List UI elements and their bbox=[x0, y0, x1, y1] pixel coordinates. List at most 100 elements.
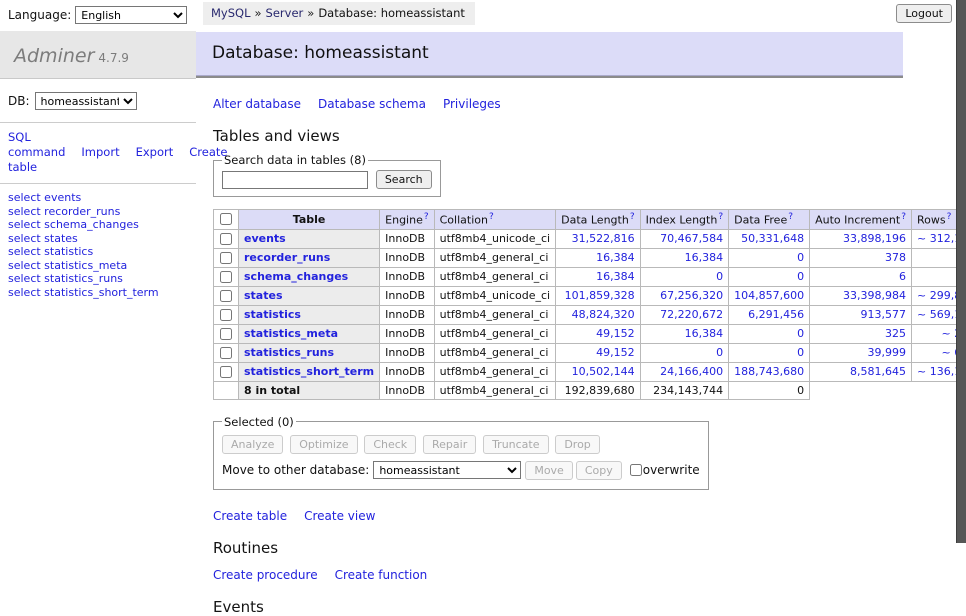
index_length-value-link[interactable]: 0 bbox=[716, 270, 723, 283]
search-input[interactable] bbox=[222, 171, 368, 189]
auto_increment-cell: 39,999 bbox=[810, 343, 912, 362]
auto_increment-value-link[interactable]: 33,398,984 bbox=[843, 289, 906, 302]
row-checkbox[interactable] bbox=[220, 309, 232, 321]
table-name-link[interactable]: statistics_short_term bbox=[244, 365, 374, 378]
sidebar: Language:English Adminer4.7.9 DB:homeass… bbox=[0, 0, 196, 299]
row-checkbox[interactable] bbox=[220, 271, 232, 283]
row-checkbox[interactable] bbox=[220, 252, 232, 264]
data_free-value-link[interactable]: 0 bbox=[797, 327, 804, 340]
table-name-link[interactable]: events bbox=[244, 232, 286, 245]
table-name-link[interactable]: recorder_runs bbox=[244, 251, 330, 264]
select-all-cell bbox=[214, 210, 239, 230]
data_free-value-link[interactable]: 6,291,456 bbox=[748, 308, 804, 321]
index_length-cell: 67,256,320 bbox=[640, 286, 729, 305]
move-db-select[interactable]: homeassistant bbox=[373, 461, 521, 479]
auto_increment-value-link[interactable]: 325 bbox=[885, 327, 906, 340]
vertical-scrollbar[interactable] bbox=[956, 0, 966, 543]
database-action-link[interactable]: Alter database bbox=[213, 97, 301, 111]
sidebar-table-link[interactable]: select events bbox=[8, 191, 81, 204]
help-icon[interactable]: ? bbox=[947, 212, 952, 222]
row-checkbox[interactable] bbox=[220, 347, 232, 359]
sidebar-table-link-item: select states bbox=[8, 232, 196, 246]
database-action-link[interactable]: Privileges bbox=[443, 97, 501, 111]
data_length-value-link[interactable]: 101,859,328 bbox=[565, 289, 635, 302]
data_free-cell: 6,291,456 bbox=[729, 305, 810, 324]
truncate-button: Truncate bbox=[483, 435, 548, 454]
breadcrumb-server[interactable]: Server bbox=[266, 6, 304, 20]
db-select[interactable]: homeassistant bbox=[35, 92, 137, 110]
data_free-value-link[interactable]: 50,331,648 bbox=[741, 232, 804, 245]
data_length-value-link[interactable]: 31,522,816 bbox=[572, 232, 635, 245]
sidebar-action-link[interactable]: SQL command bbox=[8, 130, 65, 159]
help-icon[interactable]: ? bbox=[901, 212, 906, 222]
auto_increment-value-link[interactable]: 39,999 bbox=[868, 346, 907, 359]
collation-cell: utf8mb4_general_ci bbox=[434, 324, 555, 343]
row-checkbox[interactable] bbox=[220, 328, 232, 340]
table-name-link[interactable]: statistics_meta bbox=[244, 327, 338, 340]
data_length-value-link[interactable]: 49,152 bbox=[596, 327, 635, 340]
language-select[interactable]: English bbox=[75, 6, 187, 24]
table-name-link[interactable]: states bbox=[244, 289, 283, 302]
data_length-value-link[interactable]: 10,502,144 bbox=[572, 365, 635, 378]
create-link[interactable]: Create view bbox=[304, 509, 375, 523]
data_free-cell: 0 bbox=[729, 343, 810, 362]
help-icon[interactable]: ? bbox=[630, 212, 635, 222]
auto_increment-cell: 913,577 bbox=[810, 305, 912, 324]
index_length-value-link[interactable]: 0 bbox=[716, 346, 723, 359]
data_free-value-link[interactable]: 0 bbox=[797, 346, 804, 359]
sidebar-action-link[interactable]: Export bbox=[136, 145, 174, 159]
overwrite-checkbox[interactable] bbox=[630, 464, 642, 476]
adminer-logo[interactable]: Adminer bbox=[14, 45, 94, 67]
table-name-link[interactable]: statistics_runs bbox=[244, 346, 334, 359]
help-icon[interactable]: ? bbox=[788, 212, 793, 222]
help-icon[interactable]: ? bbox=[489, 212, 494, 222]
data_free-value-link[interactable]: 0 bbox=[797, 251, 804, 264]
auto_increment-value-link[interactable]: 6 bbox=[899, 270, 906, 283]
database-action-link[interactable]: Database schema bbox=[318, 97, 426, 111]
row-checkbox[interactable] bbox=[220, 233, 232, 245]
index_length-value-link[interactable]: 70,467,584 bbox=[660, 232, 723, 245]
logout-button[interactable]: Logout bbox=[896, 4, 952, 23]
engine-cell: InnoDB bbox=[380, 229, 434, 248]
data_length-value-link[interactable]: 16,384 bbox=[596, 270, 635, 283]
data_length-value-link[interactable]: 48,824,320 bbox=[572, 308, 635, 321]
sidebar-table-link[interactable]: select recorder_runs bbox=[8, 205, 120, 218]
data_length-value-link[interactable]: 49,152 bbox=[596, 346, 635, 359]
sidebar-table-link[interactable]: select statistics_short_term bbox=[8, 286, 159, 299]
sidebar-table-link[interactable]: select states bbox=[8, 232, 78, 245]
sidebar-table-link[interactable]: select statistics bbox=[8, 245, 93, 258]
data_free-value-link[interactable]: 104,857,600 bbox=[734, 289, 804, 302]
auto_increment-value-link[interactable]: 378 bbox=[885, 251, 906, 264]
index_length-value-link[interactable]: 24,166,400 bbox=[660, 365, 723, 378]
auto_increment-value-link[interactable]: 913,577 bbox=[861, 308, 907, 321]
sidebar-table-link[interactable]: select schema_changes bbox=[8, 218, 139, 231]
index_length-cell: 16,384 bbox=[640, 324, 729, 343]
data_free-value-link[interactable]: 188,743,680 bbox=[734, 365, 804, 378]
index_length-value-link[interactable]: 16,384 bbox=[685, 327, 724, 340]
sidebar-table-link[interactable]: select statistics_runs bbox=[8, 272, 123, 285]
table-name-link[interactable]: schema_changes bbox=[244, 270, 348, 283]
table-name-link[interactable]: statistics bbox=[244, 308, 301, 321]
routine-link[interactable]: Create procedure bbox=[213, 568, 318, 582]
help-icon[interactable]: ? bbox=[718, 212, 723, 222]
auto_increment-value-link[interactable]: 8,581,645 bbox=[850, 365, 906, 378]
breadcrumb-mysql[interactable]: MySQL bbox=[211, 6, 251, 20]
sidebar-action-link[interactable]: Import bbox=[81, 145, 119, 159]
row-checkbox[interactable] bbox=[220, 290, 232, 302]
index_length-cell: 72,220,672 bbox=[640, 305, 729, 324]
search-button[interactable]: Search bbox=[376, 170, 432, 189]
select-all-checkbox[interactable] bbox=[220, 213, 232, 225]
sidebar-table-link[interactable]: select statistics_meta bbox=[8, 259, 127, 272]
index_length-value-link[interactable]: 16,384 bbox=[685, 251, 724, 264]
analyze-button: Analyze bbox=[222, 435, 283, 454]
search-fieldset: Search data in tables (8) Search bbox=[213, 153, 441, 197]
auto_increment-value-link[interactable]: 33,898,196 bbox=[843, 232, 906, 245]
index_length-value-link[interactable]: 67,256,320 bbox=[660, 289, 723, 302]
create-link[interactable]: Create table bbox=[213, 509, 287, 523]
data_free-value-link[interactable]: 0 bbox=[797, 270, 804, 283]
routine-link[interactable]: Create function bbox=[335, 568, 428, 582]
index_length-value-link[interactable]: 72,220,672 bbox=[660, 308, 723, 321]
row-checkbox[interactable] bbox=[220, 366, 232, 378]
help-icon[interactable]: ? bbox=[424, 212, 429, 222]
data_length-value-link[interactable]: 16,384 bbox=[596, 251, 635, 264]
